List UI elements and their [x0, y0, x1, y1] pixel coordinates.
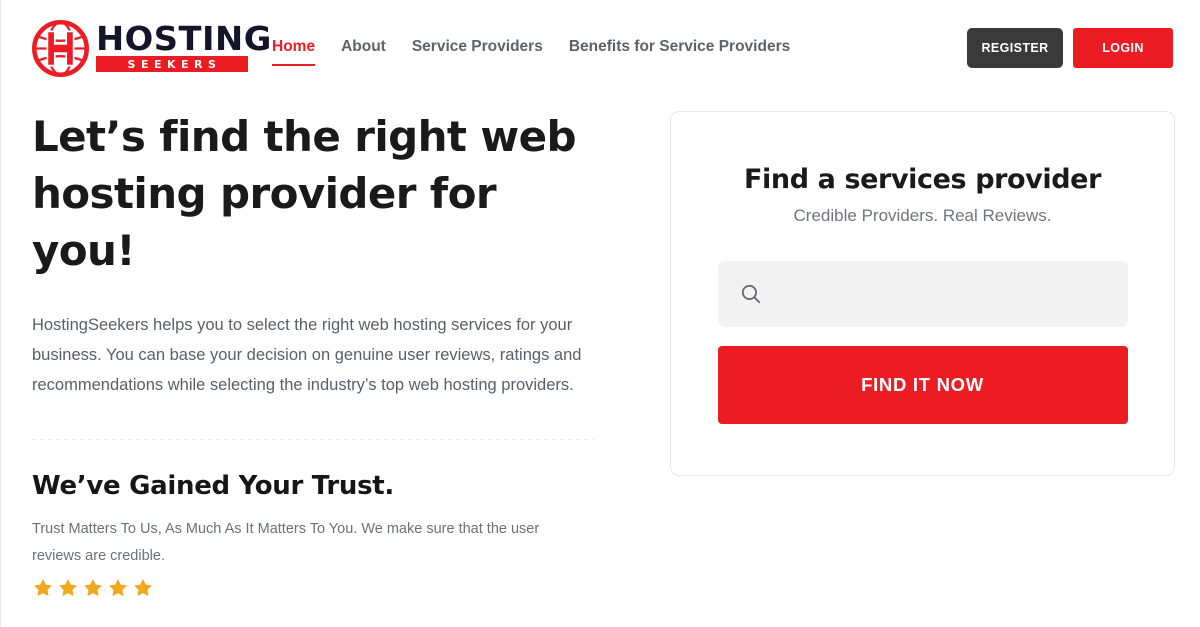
page-root: HOSTING SEEKERS Home About Service Provi…	[0, 0, 1200, 627]
brand-wordmark: HOSTING SEEKERS	[96, 19, 272, 72]
star-icon	[84, 579, 102, 597]
find-provider-card: Find a services provider Credible Provid…	[670, 111, 1175, 476]
card-subtitle: Credible Providers. Real Reviews.	[793, 206, 1052, 225]
find-it-now-button[interactable]: FIND IT NOW	[717, 346, 1128, 424]
trust-description: Trust Matters To Us, As Much As It Matte…	[32, 521, 540, 564]
hero-description: HostingSeekers helps you to select the r…	[32, 316, 582, 394]
brand-wordmark-bar: SEEKERS	[96, 56, 248, 72]
trust-heading: We’ve Gained Your Trust.	[32, 471, 394, 501]
star-icon	[59, 579, 77, 597]
star-icon	[134, 579, 152, 597]
nav-item-home[interactable]: Home	[272, 38, 316, 66]
site-header: HOSTING SEEKERS Home About Service Provi…	[1, 0, 1200, 96]
search-input[interactable]	[717, 261, 1128, 327]
brand-wordmark-bottom: SEEKERS	[127, 57, 222, 71]
hero-left-column: Let’s find the right web hosting provide…	[32, 108, 597, 599]
nav-item-about[interactable]: About	[341, 38, 386, 59]
section-divider	[32, 439, 594, 440]
brand-logo-link[interactable]: HOSTING SEEKERS	[32, 19, 272, 77]
brand-wordmark-top: HOSTING	[96, 19, 272, 58]
login-button[interactable]: LOGIN	[1073, 28, 1173, 68]
card-title: Find a services provider	[743, 164, 1101, 195]
register-button[interactable]: REGISTER	[967, 28, 1063, 68]
page-title: Let’s find the right web hosting provide…	[32, 112, 577, 275]
star-icon	[109, 579, 127, 597]
star-icon	[34, 579, 52, 597]
nav-item-service-providers[interactable]: Service Providers	[412, 38, 543, 59]
header-actions: REGISTER LOGIN	[967, 28, 1173, 68]
star-rating	[32, 577, 597, 599]
main-navigation: Home About Service Providers Benefits fo…	[272, 0, 790, 96]
search-field-wrapper[interactable]	[717, 261, 1128, 327]
globe-h-logo-icon	[32, 19, 89, 77]
nav-item-benefits-for-service-providers[interactable]: Benefits for Service Providers	[569, 38, 790, 59]
